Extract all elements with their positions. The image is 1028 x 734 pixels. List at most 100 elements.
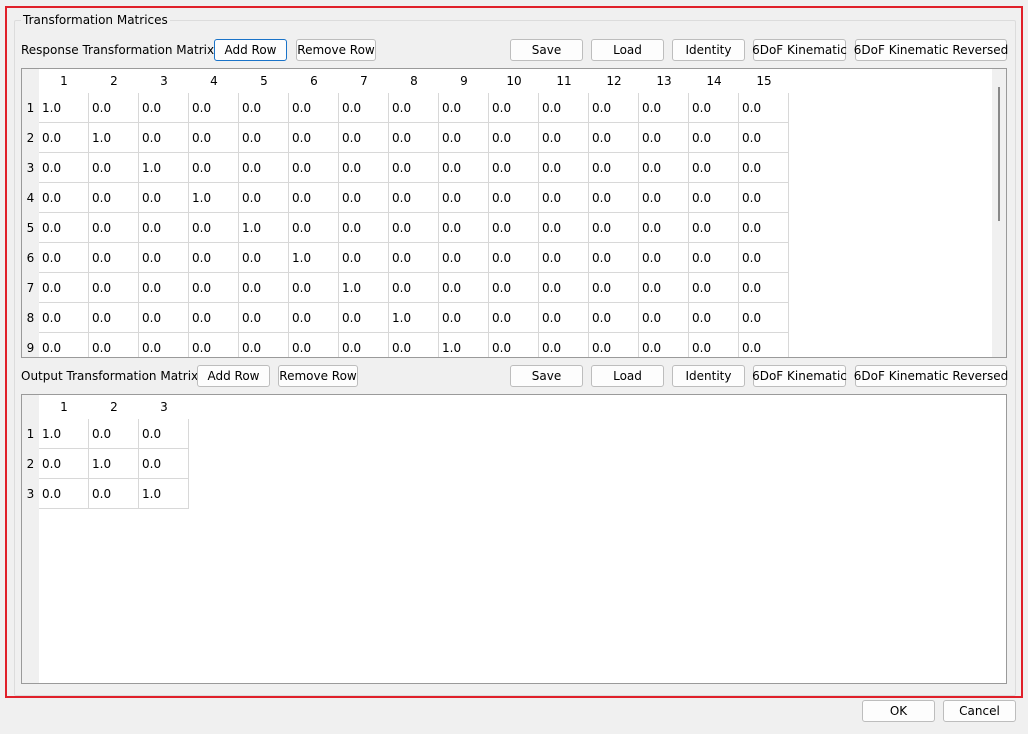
output-6dof-kinematic-button[interactable]: 6DoF Kinematic	[752, 365, 847, 387]
response-matrix-cell[interactable]: 0.0	[589, 303, 639, 333]
response-matrix-row-header-label[interactable]: 7	[22, 273, 39, 303]
response-matrix-cell[interactable]: 0.0	[239, 273, 289, 303]
response-matrix-cell[interactable]: 1.0	[339, 273, 389, 303]
output-save-button[interactable]: Save	[510, 365, 583, 387]
response-matrix-cell[interactable]: 0.0	[489, 123, 539, 153]
cancel-button[interactable]: Cancel	[943, 700, 1016, 722]
output-matrix-cell[interactable]: 0.0	[39, 479, 89, 509]
response-matrix-row-header-label[interactable]: 1	[22, 93, 39, 123]
response-matrix-cell[interactable]: 0.0	[539, 333, 589, 357]
response-matrix-cell[interactable]: 0.0	[389, 93, 439, 123]
response-matrix-row-header-label[interactable]: 2	[22, 123, 39, 153]
ok-button[interactable]: OK	[862, 700, 935, 722]
response-matrix-cell[interactable]: 0.0	[689, 273, 739, 303]
output-remove-row-button[interactable]: Remove Row	[278, 365, 358, 387]
response-matrix-column-header[interactable]: 8	[389, 69, 439, 92]
response-matrix-cell[interactable]: 0.0	[339, 123, 389, 153]
response-matrix-cell[interactable]: 0.0	[689, 153, 739, 183]
response-matrix-cell[interactable]: 0.0	[489, 93, 539, 123]
output-matrix-cell[interactable]: 0.0	[139, 419, 189, 449]
response-matrix-cell[interactable]: 0.0	[439, 273, 489, 303]
response-matrix-cell[interactable]: 0.0	[689, 243, 739, 273]
response-matrix-cell[interactable]: 0.0	[289, 303, 339, 333]
output-matrix-cell[interactable]: 0.0	[39, 449, 89, 479]
response-matrix-cell[interactable]: 0.0	[89, 153, 139, 183]
response-matrix-cell[interactable]: 0.0	[139, 333, 189, 357]
response-matrix-column-header[interactable]: 15	[739, 69, 789, 92]
response-matrix-cell[interactable]: 0.0	[89, 93, 139, 123]
response-matrix-cell[interactable]: 0.0	[389, 123, 439, 153]
response-matrix-cell[interactable]: 0.0	[639, 333, 689, 357]
response-matrix-cell[interactable]: 0.0	[239, 183, 289, 213]
response-matrix-cell[interactable]: 0.0	[39, 123, 89, 153]
response-matrix-cell[interactable]: 1.0	[439, 333, 489, 357]
response-matrix-cell[interactable]: 0.0	[439, 93, 489, 123]
response-vertical-scrollbar[interactable]	[992, 69, 1006, 357]
response-matrix-cell[interactable]: 0.0	[39, 183, 89, 213]
response-matrix-cell[interactable]: 0.0	[589, 213, 639, 243]
response-matrix-cell[interactable]: 0.0	[289, 333, 339, 357]
response-matrix-cell[interactable]: 0.0	[289, 183, 339, 213]
response-matrix-cell[interactable]: 0.0	[439, 303, 489, 333]
response-matrix-column-header[interactable]: 1	[39, 69, 89, 92]
response-matrix-cell[interactable]: 0.0	[189, 123, 239, 153]
response-matrix-cell[interactable]: 0.0	[639, 303, 689, 333]
response-matrix-cell[interactable]: 0.0	[539, 243, 589, 273]
response-scrollbar-thumb[interactable]	[998, 87, 1000, 221]
response-matrix-cell[interactable]: 0.0	[439, 183, 489, 213]
response-matrix-cell[interactable]: 0.0	[39, 333, 89, 357]
response-matrix-cell[interactable]: 0.0	[689, 303, 739, 333]
response-matrix-cell[interactable]: 0.0	[339, 303, 389, 333]
response-matrix-cell[interactable]: 0.0	[539, 303, 589, 333]
response-matrix-cell[interactable]: 0.0	[89, 273, 139, 303]
response-matrix-cell[interactable]: 0.0	[89, 213, 139, 243]
response-matrix-column-header[interactable]: 10	[489, 69, 539, 92]
response-matrix-cell[interactable]: 0.0	[89, 243, 139, 273]
response-matrix-cell[interactable]: 1.0	[389, 303, 439, 333]
response-matrix-cell[interactable]: 0.0	[589, 153, 639, 183]
response-matrix-column-header[interactable]: 5	[239, 69, 289, 92]
response-matrix-row-header-label[interactable]: 4	[22, 183, 39, 213]
response-matrix-cell[interactable]: 0.0	[189, 333, 239, 357]
response-matrix-cell[interactable]: 0.0	[739, 303, 789, 333]
output-matrix-cell[interactable]: 0.0	[89, 479, 139, 509]
response-matrix-cell[interactable]: 0.0	[389, 153, 439, 183]
output-matrix-row-header-label[interactable]: 1	[22, 419, 39, 449]
response-matrix-cell[interactable]: 0.0	[489, 153, 539, 183]
response-matrix-cell[interactable]: 0.0	[589, 93, 639, 123]
response-matrix-cell[interactable]: 0.0	[489, 213, 539, 243]
response-matrix-cell[interactable]: 0.0	[489, 303, 539, 333]
response-matrix-cell[interactable]: 0.0	[539, 273, 589, 303]
response-matrix-cell[interactable]: 0.0	[639, 243, 689, 273]
response-matrix-cell[interactable]: 0.0	[739, 273, 789, 303]
response-matrix-column-header[interactable]: 4	[189, 69, 239, 92]
response-matrix-cell[interactable]: 0.0	[239, 243, 289, 273]
response-matrix-cell[interactable]: 1.0	[39, 93, 89, 123]
response-matrix-cell[interactable]: 0.0	[389, 333, 439, 357]
response-matrix-cell[interactable]: 0.0	[539, 213, 589, 243]
response-6dof-kinematic-reversed-button[interactable]: 6DoF Kinematic Reversed	[854, 39, 1008, 61]
response-remove-row-button[interactable]: Remove Row	[296, 39, 376, 61]
response-matrix-cell[interactable]: 0.0	[339, 243, 389, 273]
response-matrix-column-header[interactable]: 14	[689, 69, 739, 92]
response-matrix-cell[interactable]: 0.0	[489, 243, 539, 273]
response-matrix-cell[interactable]: 0.0	[439, 243, 489, 273]
response-add-row-button[interactable]: Add Row	[214, 39, 287, 61]
response-save-button[interactable]: Save	[510, 39, 583, 61]
response-matrix-column-header[interactable]: 3	[139, 69, 189, 92]
response-matrix-cell[interactable]: 0.0	[689, 333, 739, 357]
response-matrix-cell[interactable]: 0.0	[239, 333, 289, 357]
response-matrix-cell[interactable]: 0.0	[139, 93, 189, 123]
response-6dof-kinematic-button[interactable]: 6DoF Kinematic	[752, 39, 847, 61]
response-matrix-cell[interactable]: 0.0	[39, 303, 89, 333]
output-matrix-column-header[interactable]: 2	[89, 395, 139, 418]
response-matrix-row-header-label[interactable]: 6	[22, 243, 39, 273]
response-matrix-cell[interactable]: 0.0	[139, 303, 189, 333]
response-load-button[interactable]: Load	[591, 39, 664, 61]
response-matrix-cell[interactable]: 0.0	[39, 243, 89, 273]
response-matrix-row-header-label[interactable]: 8	[22, 303, 39, 333]
response-matrix-cell[interactable]: 0.0	[489, 273, 539, 303]
response-matrix-column-header[interactable]: 7	[339, 69, 389, 92]
response-matrix-cell[interactable]: 0.0	[639, 183, 689, 213]
response-matrix-cell[interactable]: 0.0	[189, 213, 239, 243]
